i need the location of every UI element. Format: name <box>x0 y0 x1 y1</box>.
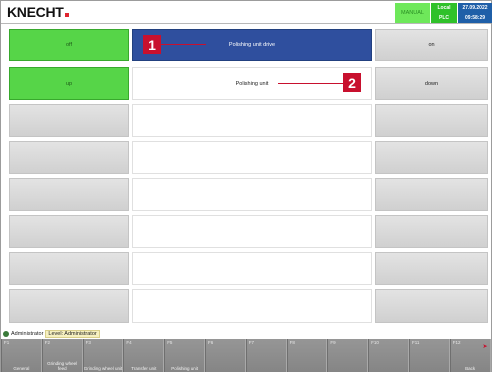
control-line1: Local <box>437 5 451 11</box>
logo-dot-icon <box>64 13 69 17</box>
empty-left-button[interactable] <box>9 289 129 323</box>
empty-center-cell <box>132 104 372 137</box>
user-level-badge: Level: Administrator <box>45 329 100 338</box>
empty-center-cell <box>132 141 372 174</box>
control-line2: PLC <box>439 15 449 21</box>
fkey-label: Back <box>465 366 476 371</box>
fkey-f10[interactable]: F10 <box>368 339 409 372</box>
mode-indicator: MANUAL <box>395 3 430 23</box>
empty-right-button[interactable] <box>375 178 488 211</box>
fkey-f8[interactable]: F8 <box>286 339 328 372</box>
empty-center-cell <box>132 178 372 211</box>
fkey-f11[interactable]: F11 <box>408 339 450 372</box>
user-name: Administrator <box>11 330 44 337</box>
fkey-number: F7 <box>248 340 255 345</box>
control-location-indicator: Local PLC <box>431 3 457 23</box>
user-status-line: Administrator Level: Administrator <box>3 329 100 338</box>
header-bar: KNECHT MANUAL Local PLC 27.09.2022 09:58… <box>1 1 492 24</box>
polishing-unit-up-button[interactable]: up <box>9 67 129 100</box>
fkey-polishing-unit[interactable]: F5 Polishing unit <box>164 339 205 372</box>
polishing-unit-down-button[interactable]: down <box>375 67 488 100</box>
knecht-logo: KNECHT <box>7 4 69 20</box>
fkey-label: General <box>13 366 30 371</box>
fkey-grinding-wheel-unit[interactable]: F3 Grinding wheel unit <box>82 339 124 372</box>
fkey-number: F1 <box>4 340 10 345</box>
fkey-general[interactable]: F1 General <box>1 339 42 372</box>
empty-right-button[interactable] <box>375 252 488 285</box>
time-text: 09:58:29 <box>464 15 485 21</box>
callout-line-1 <box>161 44 206 45</box>
date-text: 27.09.2022 <box>462 5 488 11</box>
fkey-number: F4 <box>126 340 132 345</box>
empty-right-button[interactable] <box>375 215 488 248</box>
fkey-number: F11 <box>411 340 420 345</box>
fkey-f7[interactable]: F7 <box>245 339 287 372</box>
fkey-number: F6 <box>207 340 214 345</box>
fkey-back[interactable]: F12 ➤ Back <box>449 339 491 372</box>
fkey-number: F9 <box>330 340 336 345</box>
fkey-f9[interactable]: F9 <box>327 339 369 372</box>
callout-marker-2: 2 <box>343 73 361 92</box>
fkey-number: F10 <box>371 340 379 345</box>
empty-center-cell <box>132 252 372 285</box>
fkey-label: Polishing unit <box>171 366 198 371</box>
fkey-number: F12 <box>452 340 461 345</box>
fkey-label: Transfer unit <box>131 366 157 371</box>
fkey-f6[interactable]: F6 <box>204 339 246 372</box>
function-key-bar: F1 General F2 Grinding wheel feed F3 Grindi… <box>1 339 491 372</box>
fkey-number: F5 <box>167 340 173 345</box>
fkey-number: F2 <box>44 340 51 345</box>
user-icon <box>3 330 9 337</box>
polishing-drive-off-button[interactable]: off <box>9 29 129 61</box>
empty-right-button[interactable] <box>375 141 488 174</box>
empty-left-button[interactable] <box>9 141 129 174</box>
back-arrow-icon: ➤ <box>482 344 488 350</box>
fkey-label: Grinding wheel unit <box>83 366 123 371</box>
fkey-transfer-unit[interactable]: F4 Transfer unit <box>123 339 165 372</box>
empty-left-button[interactable] <box>9 178 129 211</box>
fkey-number: F8 <box>289 340 295 345</box>
fkey-number: F3 <box>85 340 91 345</box>
empty-center-cell <box>132 215 372 248</box>
empty-right-button[interactable] <box>375 289 488 323</box>
polishing-drive-label: Polishing unit drive <box>132 29 372 61</box>
empty-left-button[interactable] <box>9 104 129 137</box>
datetime-display: 27.09.2022 09:58:29 <box>458 3 492 23</box>
empty-left-button[interactable] <box>9 252 129 285</box>
empty-center-cell <box>132 289 372 323</box>
fkey-grinding-wheel-feed[interactable]: F2 Grinding wheel feed <box>41 339 83 372</box>
empty-right-button[interactable] <box>375 104 488 137</box>
polishing-drive-on-button[interactable]: on <box>375 29 488 61</box>
callout-marker-1: 1 <box>143 35 161 54</box>
fkey-label: Grinding wheel feed <box>47 361 78 371</box>
callout-line-2 <box>278 83 343 84</box>
empty-left-button[interactable] <box>9 215 129 248</box>
